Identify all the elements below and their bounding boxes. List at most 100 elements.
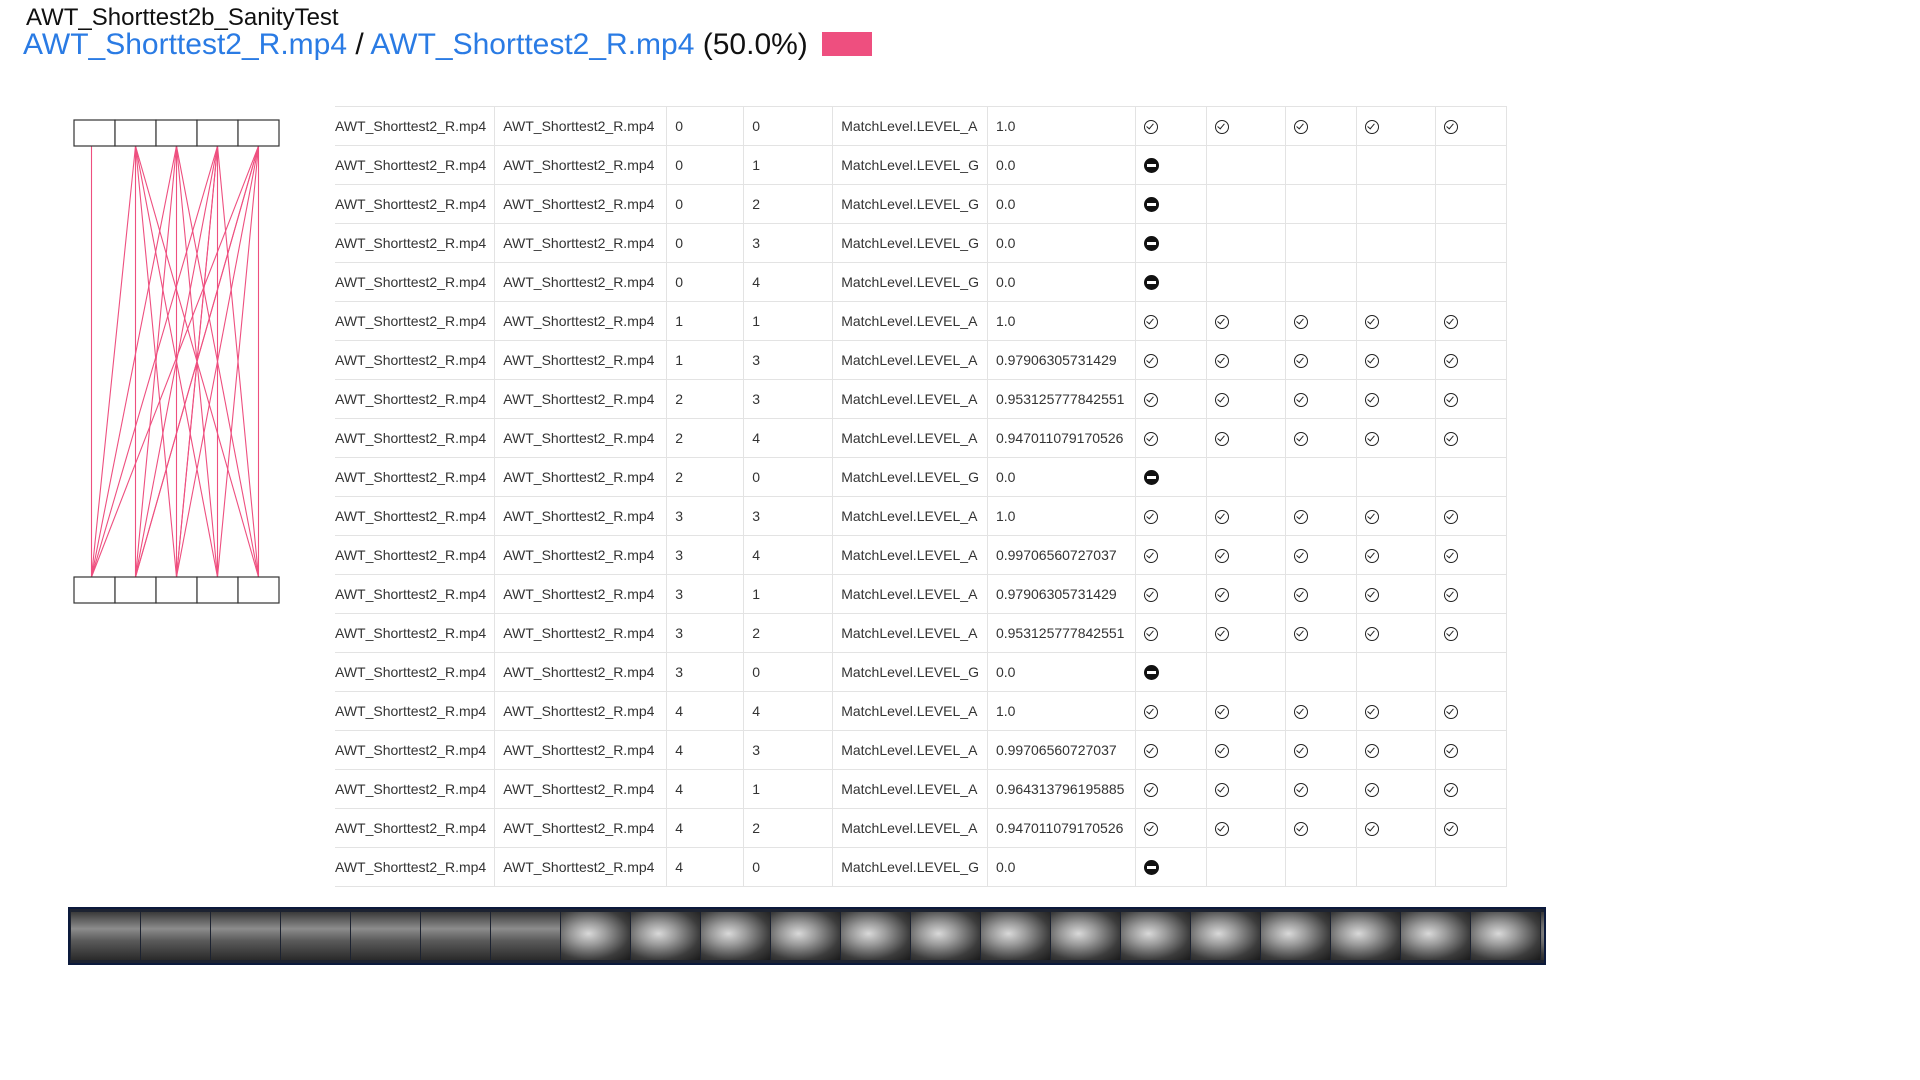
cell-status [1135, 262, 1207, 302]
cell-score: 0.964313796195885 [987, 769, 1136, 809]
cell-score: 0.0 [987, 457, 1136, 497]
cell-status [1435, 223, 1507, 263]
cell-j: 1 [743, 301, 834, 341]
filmstrip-frame[interactable] [631, 912, 700, 960]
cell-b: AWT_Shorttest2_R.mp4 [494, 223, 668, 263]
cell-status [1206, 457, 1286, 497]
cell-a: AWT_Shorttest2_R.mp4 [335, 184, 496, 224]
cell-status [1285, 145, 1357, 185]
cell-b: AWT_Shorttest2_R.mp4 [494, 574, 668, 614]
cell-status [1285, 262, 1357, 302]
cell-score: 0.0 [987, 652, 1136, 692]
file-a-link[interactable]: AWT_Shorttest2_R.mp4 [23, 28, 347, 61]
cell-i: 4 [666, 769, 745, 809]
cell-status [1435, 457, 1507, 497]
cell-level: MatchLevel.LEVEL_G [832, 457, 988, 497]
cell-b: AWT_Shorttest2_R.mp4 [494, 379, 668, 419]
cell-b: AWT_Shorttest2_R.mp4 [494, 145, 668, 185]
cell-status [1135, 574, 1207, 614]
bottom-segment [155, 576, 198, 604]
cell-status [1356, 106, 1436, 146]
cell-i: 4 [666, 808, 745, 848]
filmstrip-frame[interactable] [1191, 912, 1260, 960]
filmstrip-frame[interactable] [771, 912, 840, 960]
cell-j: 3 [743, 379, 834, 419]
filmstrip-frame[interactable] [561, 912, 630, 960]
filmstrip-frame[interactable] [211, 912, 280, 960]
cell-b: AWT_Shorttest2_R.mp4 [494, 457, 668, 497]
video-filmstrip[interactable] [68, 907, 1546, 965]
check-circle-icon [1143, 510, 1158, 525]
cell-a: AWT_Shorttest2_R.mp4 [335, 379, 496, 419]
check-circle-icon [1143, 627, 1158, 642]
check-circle-icon [1443, 510, 1458, 525]
check-circle-icon [1364, 705, 1379, 720]
cell-status [1435, 145, 1507, 185]
file-b-link[interactable]: AWT_Shorttest2_R.mp4 [370, 28, 694, 61]
cell-status [1356, 145, 1436, 185]
table-row: AWT_Shorttest2_R.mp4 AWT_Shorttest2_R.mp4… [335, 613, 1507, 653]
filmstrip-frame[interactable] [1121, 912, 1190, 960]
cell-status [1356, 808, 1436, 848]
filmstrip-frame[interactable] [1261, 912, 1330, 960]
check-circle-icon [1443, 315, 1458, 330]
filmstrip-frame[interactable] [1051, 912, 1120, 960]
filmstrip-frame[interactable] [71, 912, 140, 960]
check-circle-icon [1364, 822, 1379, 837]
cell-i: 2 [666, 457, 745, 497]
filmstrip-frame[interactable] [701, 912, 770, 960]
check-circle-icon [1143, 744, 1158, 759]
cell-b: AWT_Shorttest2_R.mp4 [494, 769, 668, 809]
cell-i: 3 [666, 535, 745, 575]
check-circle-icon [1143, 432, 1158, 447]
cell-score: 0.0 [987, 847, 1136, 887]
cell-status [1206, 184, 1286, 224]
cell-status [1285, 613, 1357, 653]
cell-i: 2 [666, 418, 745, 458]
cell-level: MatchLevel.LEVEL_G [832, 262, 988, 302]
filmstrip-frame[interactable] [281, 912, 350, 960]
check-circle-icon [1214, 744, 1229, 759]
cell-b: AWT_Shorttest2_R.mp4 [494, 808, 668, 848]
filmstrip-frame[interactable] [981, 912, 1050, 960]
top-segment [196, 119, 239, 147]
cell-level: MatchLevel.LEVEL_A [832, 574, 988, 614]
cell-status [1435, 379, 1507, 419]
check-circle-icon [1214, 393, 1229, 408]
filmstrip-frame[interactable] [841, 912, 910, 960]
check-circle-icon [1143, 705, 1158, 720]
table-row: AWT_Shorttest2_R.mp4 AWT_Shorttest2_R.mp4… [335, 184, 1507, 224]
cell-status [1206, 301, 1286, 341]
check-circle-icon [1293, 783, 1308, 798]
filmstrip-frame[interactable] [141, 912, 210, 960]
filmstrip-frame[interactable] [1401, 912, 1470, 960]
cell-a: AWT_Shorttest2_R.mp4 [335, 106, 496, 146]
filmstrip-frame[interactable] [1471, 912, 1540, 960]
cell-status [1356, 223, 1436, 263]
check-circle-icon [1293, 354, 1308, 369]
cell-b: AWT_Shorttest2_R.mp4 [494, 340, 668, 380]
cell-a: AWT_Shorttest2_R.mp4 [335, 574, 496, 614]
check-circle-icon [1143, 783, 1158, 798]
cell-score: 0.953125777842551 [987, 613, 1136, 653]
table-row: AWT_Shorttest2_R.mp4 AWT_Shorttest2_R.mp4… [335, 847, 1507, 887]
filmstrip-frame[interactable] [351, 912, 420, 960]
cell-status [1356, 457, 1436, 497]
check-circle-icon [1364, 744, 1379, 759]
table-row: AWT_Shorttest2_R.mp4 AWT_Shorttest2_R.mp4… [335, 223, 1507, 263]
cell-status [1285, 301, 1357, 341]
filmstrip-frame[interactable] [1331, 912, 1400, 960]
match-percent: (50.0%) [702, 28, 808, 61]
filmstrip-frame[interactable] [491, 912, 560, 960]
cell-status [1356, 691, 1436, 731]
filmstrip-frame[interactable] [1541, 912, 1544, 960]
cell-status [1206, 262, 1286, 302]
match-link-line [90, 145, 260, 578]
cell-status [1206, 574, 1286, 614]
filmstrip-frame[interactable] [421, 912, 490, 960]
cell-j: 1 [743, 145, 834, 185]
cell-status [1285, 379, 1357, 419]
cell-status [1206, 145, 1286, 185]
cell-status [1285, 652, 1357, 692]
filmstrip-frame[interactable] [911, 912, 980, 960]
